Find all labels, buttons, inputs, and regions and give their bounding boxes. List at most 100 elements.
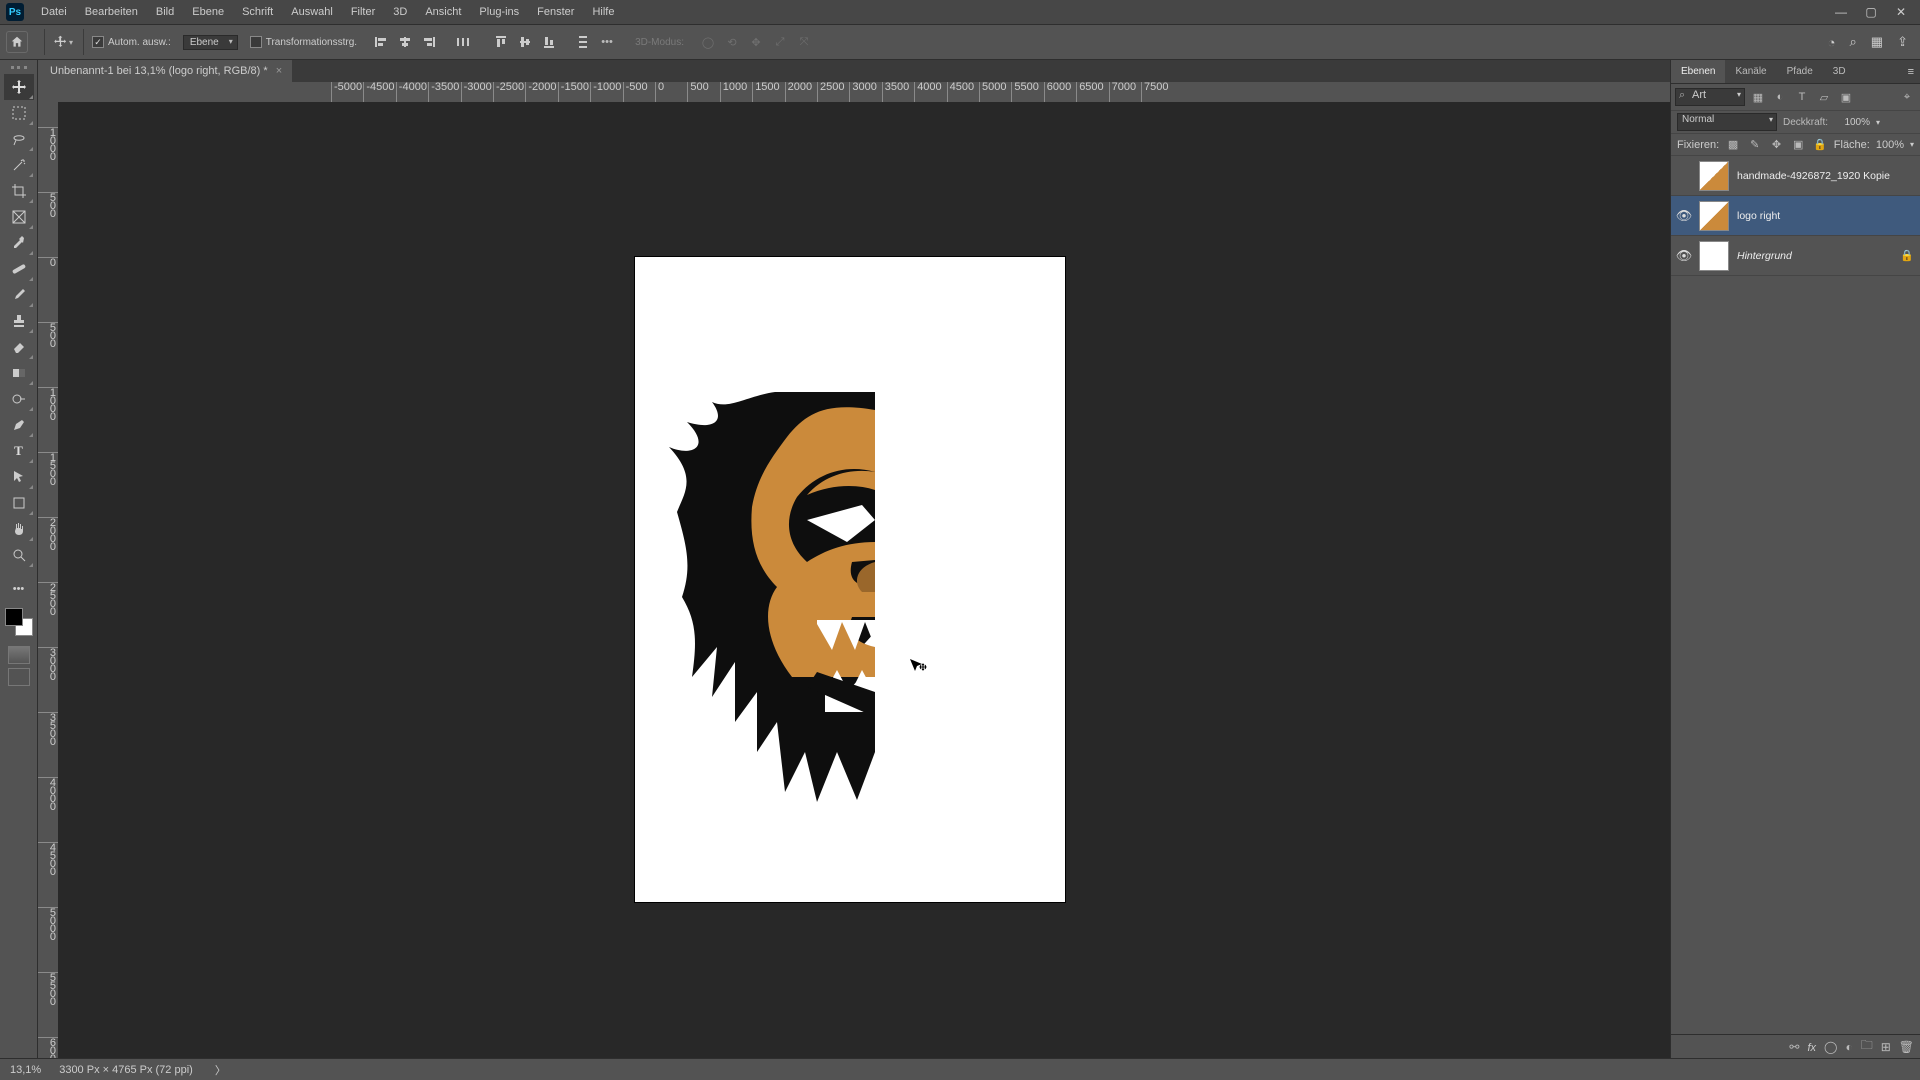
layer-thumbnail[interactable] <box>1699 241 1729 271</box>
search-button[interactable]: ⌕ <box>1850 34 1857 50</box>
align-left-button[interactable] <box>371 32 391 52</box>
vertical-ruler[interactable]: 1500100050005001000150020002500300035004… <box>38 102 58 1058</box>
filter-toggle-button[interactable]: ⌖ <box>1898 88 1916 106</box>
tab-channels[interactable]: Kanäle <box>1725 60 1776 83</box>
layer-filter-type-dropdown[interactable]: Art▾ <box>1675 88 1745 106</box>
cloud-docs-button[interactable]: ◔ <box>1828 35 1836 50</box>
menu-plug-ins[interactable]: Plug-ins <box>470 0 528 24</box>
doc-info-menu-button[interactable]: 〉 <box>215 1062 226 1078</box>
dodge-tool[interactable] <box>4 386 34 412</box>
ruler-origin[interactable] <box>38 82 58 102</box>
horizontal-ruler[interactable]: -5000-4500-4000-3500-3000-2500-2000-1500… <box>58 82 1670 102</box>
workspace-button[interactable]: ▦ <box>1871 34 1883 50</box>
path-select-tool[interactable] <box>4 464 34 490</box>
lock-artboard-button[interactable]: ▣ <box>1790 137 1806 153</box>
align-center-v-button[interactable] <box>515 32 535 52</box>
menu-auswahl[interactable]: Auswahl <box>282 0 342 24</box>
layer-row[interactable]: 👁 logo right <box>1671 196 1920 236</box>
visibility-toggle[interactable]: 👁 <box>1671 248 1697 264</box>
opacity-value[interactable]: 100% <box>1834 117 1870 128</box>
type-tool[interactable]: T <box>4 438 34 464</box>
color-swatches[interactable] <box>5 608 33 636</box>
document-tab[interactable]: Unbenannt-1 bei 13,1% (logo right, RGB/8… <box>38 60 292 82</box>
layer-row[interactable]: handmade-4926872_1920 Kopie <box>1671 156 1920 196</box>
menu-bearbeiten[interactable]: Bearbeiten <box>76 0 147 24</box>
align-bottom-button[interactable] <box>539 32 559 52</box>
stamp-tool[interactable] <box>4 308 34 334</box>
lock-position-button[interactable]: ✥ <box>1769 137 1785 153</box>
adjustment-layer-button[interactable]: ◐ <box>1845 1040 1852 1054</box>
layer-row[interactable]: 👁Hintergrund🔒 <box>1671 236 1920 276</box>
menu-datei[interactable]: Datei <box>32 0 76 24</box>
zoom-tool[interactable] <box>4 542 34 568</box>
filter-pixel-button[interactable]: ▦ <box>1749 88 1767 106</box>
zoom-level[interactable]: 13,1% <box>10 1064 41 1076</box>
panel-grip[interactable] <box>11 66 27 70</box>
healing-tool[interactable] <box>4 256 34 282</box>
more-align-button[interactable]: ••• <box>597 32 617 52</box>
menu-bild[interactable]: Bild <box>147 0 183 24</box>
delete-layer-button[interactable]: 🗑 <box>1899 1040 1914 1054</box>
layer-name[interactable]: logo right <box>1737 210 1780 222</box>
close-tab-button[interactable]: × <box>276 65 282 77</box>
tool-preset-button[interactable]: ▾ <box>53 32 73 52</box>
menu-3d[interactable]: 3D <box>384 0 416 24</box>
maximize-button[interactable]: ▢ <box>1856 0 1886 24</box>
crop-tool[interactable] <box>4 178 34 204</box>
align-top-button[interactable] <box>491 32 511 52</box>
hand-tool[interactable] <box>4 516 34 542</box>
distribute-v-button[interactable] <box>573 32 593 52</box>
blend-mode-dropdown[interactable]: Normal <box>1677 113 1777 131</box>
home-button[interactable] <box>6 31 28 53</box>
visibility-toggle[interactable]: 👁 <box>1671 208 1697 224</box>
filter-smart-button[interactable]: ▣ <box>1837 88 1855 106</box>
pen-tool[interactable] <box>4 412 34 438</box>
menu-ansicht[interactable]: Ansicht <box>416 0 470 24</box>
menu-schrift[interactable]: Schrift <box>233 0 282 24</box>
new-layer-button[interactable]: ⊞ <box>1881 1040 1891 1054</box>
move-tool[interactable] <box>4 74 34 100</box>
tab-layers[interactable]: Ebenen <box>1671 60 1725 83</box>
layer-fx-button[interactable]: fx <box>1807 1040 1816 1054</box>
filter-adjust-button[interactable]: ◐ <box>1771 88 1789 106</box>
lock-transparency-button[interactable]: ▩ <box>1725 137 1741 153</box>
menu-hilfe[interactable]: Hilfe <box>583 0 623 24</box>
canvas-stage[interactable] <box>58 102 1670 1058</box>
quickmask-button[interactable] <box>8 646 30 664</box>
brush-tool[interactable] <box>4 282 34 308</box>
wand-tool[interactable] <box>4 152 34 178</box>
layer-name[interactable]: handmade-4926872_1920 Kopie <box>1737 170 1890 182</box>
foreground-color-swatch[interactable] <box>5 608 23 626</box>
auto-select-checkbox[interactable] <box>92 36 104 48</box>
menu-fenster[interactable]: Fenster <box>528 0 583 24</box>
close-button[interactable]: ✕ <box>1886 0 1916 24</box>
transform-controls-checkbox[interactable] <box>250 36 262 48</box>
filter-type-button[interactable]: T <box>1793 88 1811 106</box>
share-button[interactable]: ⇪ <box>1897 34 1908 50</box>
auto-select-target-dropdown[interactable]: Ebene <box>183 35 238 50</box>
fill-value[interactable]: 100% <box>1876 139 1904 151</box>
align-right-button[interactable] <box>419 32 439 52</box>
marquee-tool[interactable] <box>4 100 34 126</box>
lasso-tool[interactable] <box>4 126 34 152</box>
layer-thumbnail[interactable] <box>1699 201 1729 231</box>
eraser-tool[interactable] <box>4 334 34 360</box>
shape-tool[interactable] <box>4 490 34 516</box>
edit-toolbar-button[interactable]: ••• <box>4 576 34 602</box>
eyedropper-tool[interactable] <box>4 230 34 256</box>
layer-mask-button[interactable]: ◯ <box>1824 1040 1837 1054</box>
filter-shape-button[interactable]: ▱ <box>1815 88 1833 106</box>
screenmode-button[interactable] <box>8 668 30 686</box>
group-button[interactable]: 🗀 <box>1861 1036 1873 1057</box>
align-center-h-button[interactable] <box>395 32 415 52</box>
lock-all-button[interactable]: 🔒 <box>1812 137 1828 153</box>
minimize-button[interactable]: — <box>1826 0 1856 24</box>
lock-image-button[interactable]: ✎ <box>1747 137 1763 153</box>
document-canvas[interactable] <box>635 257 1065 902</box>
frame-tool[interactable] <box>4 204 34 230</box>
layer-name[interactable]: Hintergrund <box>1737 250 1792 262</box>
tab-paths[interactable]: Pfade <box>1777 60 1823 83</box>
tab-3d[interactable]: 3D <box>1823 60 1856 83</box>
doc-info[interactable]: 3300 Px × 4765 Px (72 ppi) <box>59 1064 193 1076</box>
link-layers-button[interactable]: ⚯ <box>1789 1040 1799 1054</box>
